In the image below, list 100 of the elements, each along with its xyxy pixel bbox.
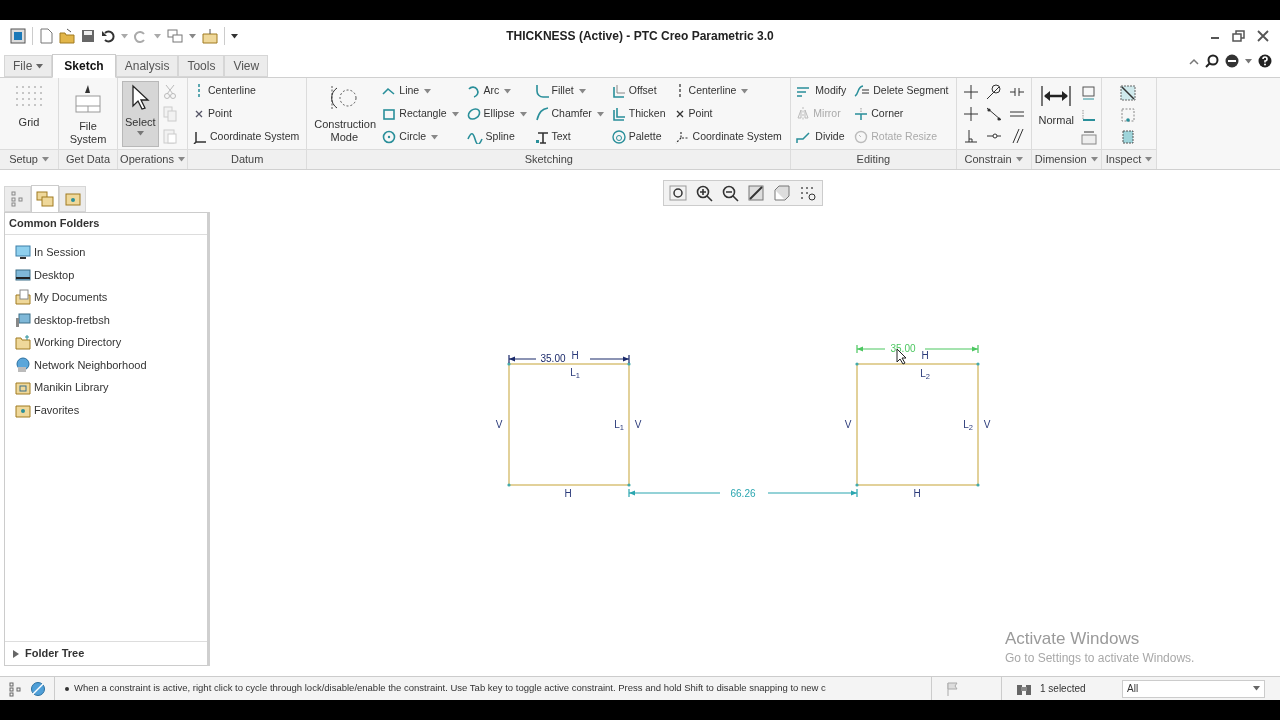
ribbon-tool-button[interactable]: Text — [533, 127, 605, 147]
constraint-label: L$_{1}$ — [614, 420, 624, 430]
ribbon-tool-button[interactable]: Centerline — [192, 81, 301, 101]
display-style-icon[interactable] — [772, 184, 792, 202]
browser-icon[interactable] — [30, 680, 46, 697]
collapse-ribbon-icon[interactable] — [1189, 57, 1199, 65]
ribbon-tool-button[interactable]: Palette — [610, 127, 667, 147]
ribbon-tool-button[interactable]: Centerline — [672, 81, 783, 101]
search-icon[interactable] — [1205, 54, 1219, 68]
constraint-label: V — [844, 420, 852, 430]
ribbon-tool-button[interactable]: Line — [381, 81, 460, 101]
constraint-label: V — [983, 420, 991, 430]
caret-icon — [1253, 686, 1260, 691]
constraint-icon[interactable] — [985, 84, 1002, 100]
caret-icon — [504, 88, 512, 94]
constraint-icon[interactable] — [985, 106, 1002, 122]
undo-icon[interactable] — [101, 29, 115, 43]
ribbon-tool-button[interactable]: Delete Segment — [853, 81, 950, 101]
caret-icon — [136, 131, 144, 136]
folder-item[interactable]: Favorites — [15, 398, 207, 421]
close-icon[interactable] — [1256, 30, 1270, 42]
ribbon-tool-button[interactable]: Circle — [381, 127, 460, 147]
ribbon-tool-button[interactable]: Chamfer — [533, 104, 605, 124]
display-filters-icon[interactable] — [798, 184, 818, 202]
ribbon-tab[interactable]: View — [224, 55, 269, 77]
ribbon-tool-button[interactable]: Thicken — [610, 104, 667, 124]
file-system-icon — [74, 84, 102, 114]
filter-dropdown[interactable]: All — [1122, 679, 1265, 698]
folder-item[interactable]: In Session — [15, 241, 207, 264]
zoom-in-icon[interactable] — [694, 184, 714, 202]
ribbon-tool-button[interactable]: Spline — [465, 127, 528, 147]
arc-icon — [466, 84, 481, 98]
caret-icon — [424, 88, 432, 94]
overlap-check-icon[interactable] — [1120, 85, 1136, 101]
ribbon-button[interactable]: Normal — [1035, 81, 1077, 147]
bullet-icon — [65, 686, 69, 691]
group-label: Editing — [856, 152, 891, 168]
documents-folder-icon — [15, 289, 31, 306]
help-icon[interactable] — [1258, 54, 1272, 68]
restore-icon[interactable] — [1232, 30, 1246, 42]
rectangle-icon — [382, 107, 397, 121]
constraint-label: H — [564, 489, 572, 499]
ribbon-tool-button[interactable]: Corner — [853, 104, 950, 124]
folder-item[interactable]: Desktop — [15, 263, 207, 286]
ribbon-tool-button[interactable]: Arc — [465, 81, 528, 101]
group-label[interactable]: Operations — [120, 151, 185, 168]
caret-icon — [431, 134, 439, 140]
folder-item[interactable]: My Documents — [15, 286, 207, 309]
zoom-out-icon[interactable] — [720, 184, 740, 202]
ribbon-tool-button[interactable]: Point — [192, 104, 301, 124]
ribbon-tool-button[interactable]: Ellipse — [465, 104, 528, 124]
ribbon-tool-button[interactable]: Coordinate System — [672, 127, 783, 147]
ribbon-tab[interactable]: Analysis — [115, 55, 179, 77]
ribbon-button[interactable]: Grid — [4, 81, 54, 147]
ribbon-tool-button[interactable]: Offset — [610, 81, 667, 101]
activation-notice-title: Activate Windows — [1005, 628, 1141, 650]
folder-item[interactable]: Working Directory — [15, 331, 207, 354]
reference-dimension-icon[interactable] — [1081, 129, 1097, 145]
ribbon-tab[interactable]: Sketch — [52, 54, 116, 78]
caret-icon — [189, 33, 196, 39]
baseline-icon[interactable] — [1081, 107, 1097, 123]
folder-browser-tab[interactable] — [31, 185, 59, 213]
constraint-icon[interactable] — [962, 128, 979, 144]
new-file-icon[interactable] — [39, 28, 53, 44]
construction-mode-icon — [329, 84, 360, 112]
ribbon-tool-button[interactable]: Coordinate System — [192, 127, 301, 147]
constraint-label: V — [495, 420, 503, 430]
divide-icon — [796, 130, 813, 144]
ribbon-button[interactable]: Select — [122, 81, 159, 147]
refit-icon[interactable] — [668, 184, 688, 202]
ribbon-tool-button[interactable]: Modify — [795, 81, 848, 101]
computer-icon — [15, 311, 31, 328]
caret-icon — [596, 111, 604, 117]
ribbon-button[interactable]: Construction Mode — [311, 81, 378, 147]
dimension-box-icon[interactable] — [1081, 85, 1097, 101]
open-ends-icon[interactable] — [1120, 107, 1136, 123]
folder-item[interactable]: Manikin Library — [15, 376, 207, 399]
shaded-loop-icon[interactable] — [1120, 129, 1136, 145]
caret-icon — [121, 33, 128, 39]
ribbon-button[interactable]: File System — [63, 81, 113, 147]
tree-icon[interactable] — [8, 680, 24, 697]
ribbon-tool-button[interactable]: Divide — [795, 127, 848, 147]
favorites-tab[interactable] — [59, 186, 86, 212]
repaint-icon[interactable] — [746, 184, 766, 202]
ribbon-tool-button[interactable]: Point — [672, 104, 783, 124]
ribbon-tool-button[interactable]: Fillet — [533, 81, 605, 101]
open-folder-icon[interactable] — [59, 28, 75, 44]
ribbon-tab[interactable]: File — [4, 55, 53, 77]
group-label: Sketching — [524, 152, 573, 168]
save-icon[interactable] — [81, 29, 95, 43]
folder-tree-toggle[interactable]: Folder Tree — [5, 641, 207, 665]
app-icon[interactable] — [10, 28, 26, 44]
folder-item[interactable]: Network Neighborhood — [15, 353, 207, 376]
folder-item[interactable]: desktop-fretbsh — [15, 308, 207, 331]
dimension-value[interactable]: 35.00 — [540, 354, 566, 364]
ribbon-tab[interactable]: Tools — [178, 55, 225, 77]
redo-icon[interactable] — [134, 29, 148, 43]
ribbon-tool-button[interactable]: Rectangle — [381, 104, 460, 124]
windows-icon[interactable] — [167, 29, 183, 43]
slanted-line-icon — [534, 107, 549, 121]
